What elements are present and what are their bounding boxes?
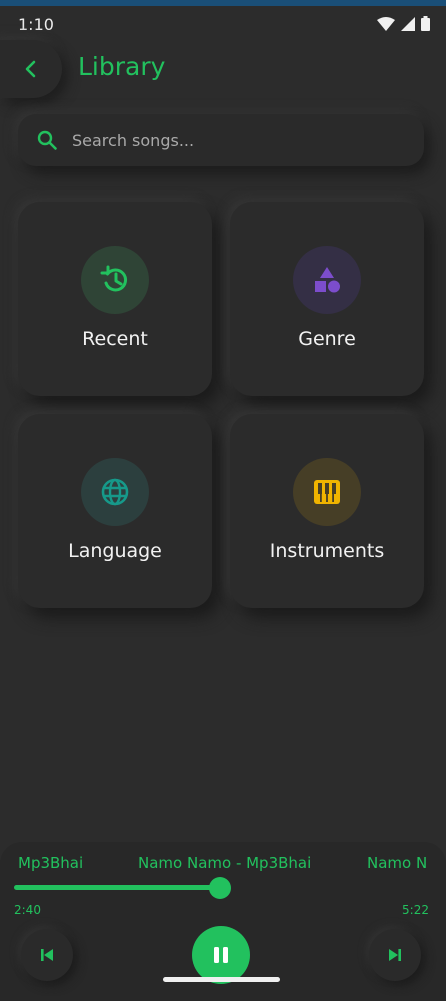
skip-next-icon — [389, 949, 401, 961]
search-input[interactable]: Search songs... — [72, 131, 194, 150]
previous-button[interactable] — [21, 929, 73, 981]
search-icon — [37, 130, 57, 150]
piano-icon — [314, 480, 340, 504]
category-card-language[interactable]: Language — [18, 414, 212, 608]
instruments-icon-circle — [293, 458, 361, 526]
marquee-track-title: Namo Namo - Mp3Bhai — [138, 854, 312, 872]
category-label-instruments: Instruments — [269, 540, 385, 562]
progress-bar[interactable] — [14, 885, 220, 890]
total-time: 5:22 — [402, 903, 429, 917]
back-button[interactable] — [0, 40, 62, 98]
marquee-track-title-repeat: Namo N — [367, 854, 428, 872]
signal-icon — [401, 16, 415, 31]
history-icon — [100, 265, 128, 292]
app-bar: Library — [0, 40, 446, 102]
elapsed-time: 2:40 — [14, 903, 41, 917]
arrow-back-icon — [25, 60, 36, 78]
status-bar: 1:10 — [0, 6, 446, 40]
home-indicator[interactable] — [163, 977, 280, 982]
seek-thumb[interactable] — [209, 877, 231, 899]
wifi-icon — [377, 16, 395, 31]
category-card-instruments[interactable]: Instruments — [230, 414, 424, 608]
globe-icon — [101, 478, 129, 506]
skip-previous-icon — [41, 949, 53, 961]
shapes-icon — [315, 267, 340, 293]
pause-button[interactable] — [192, 926, 250, 984]
category-label-genre: Genre — [298, 328, 356, 350]
status-time: 1:10 — [18, 15, 54, 34]
battery-icon — [421, 16, 430, 31]
category-card-recent[interactable]: Recent — [18, 202, 212, 396]
marquee-artist: Mp3Bhai — [18, 854, 84, 872]
category-label-recent: Recent — [82, 328, 148, 350]
search-bar[interactable]: Search songs... — [18, 114, 424, 166]
category-label-language: Language — [68, 540, 162, 562]
pause-icon — [214, 947, 228, 963]
category-card-genre[interactable]: Genre — [230, 202, 424, 396]
page-title: Library — [78, 52, 166, 81]
next-button[interactable] — [369, 929, 421, 981]
status-icons — [377, 16, 430, 31]
language-icon-circle — [81, 458, 149, 526]
recent-icon-circle — [81, 246, 149, 314]
genre-icon-circle — [293, 246, 361, 314]
